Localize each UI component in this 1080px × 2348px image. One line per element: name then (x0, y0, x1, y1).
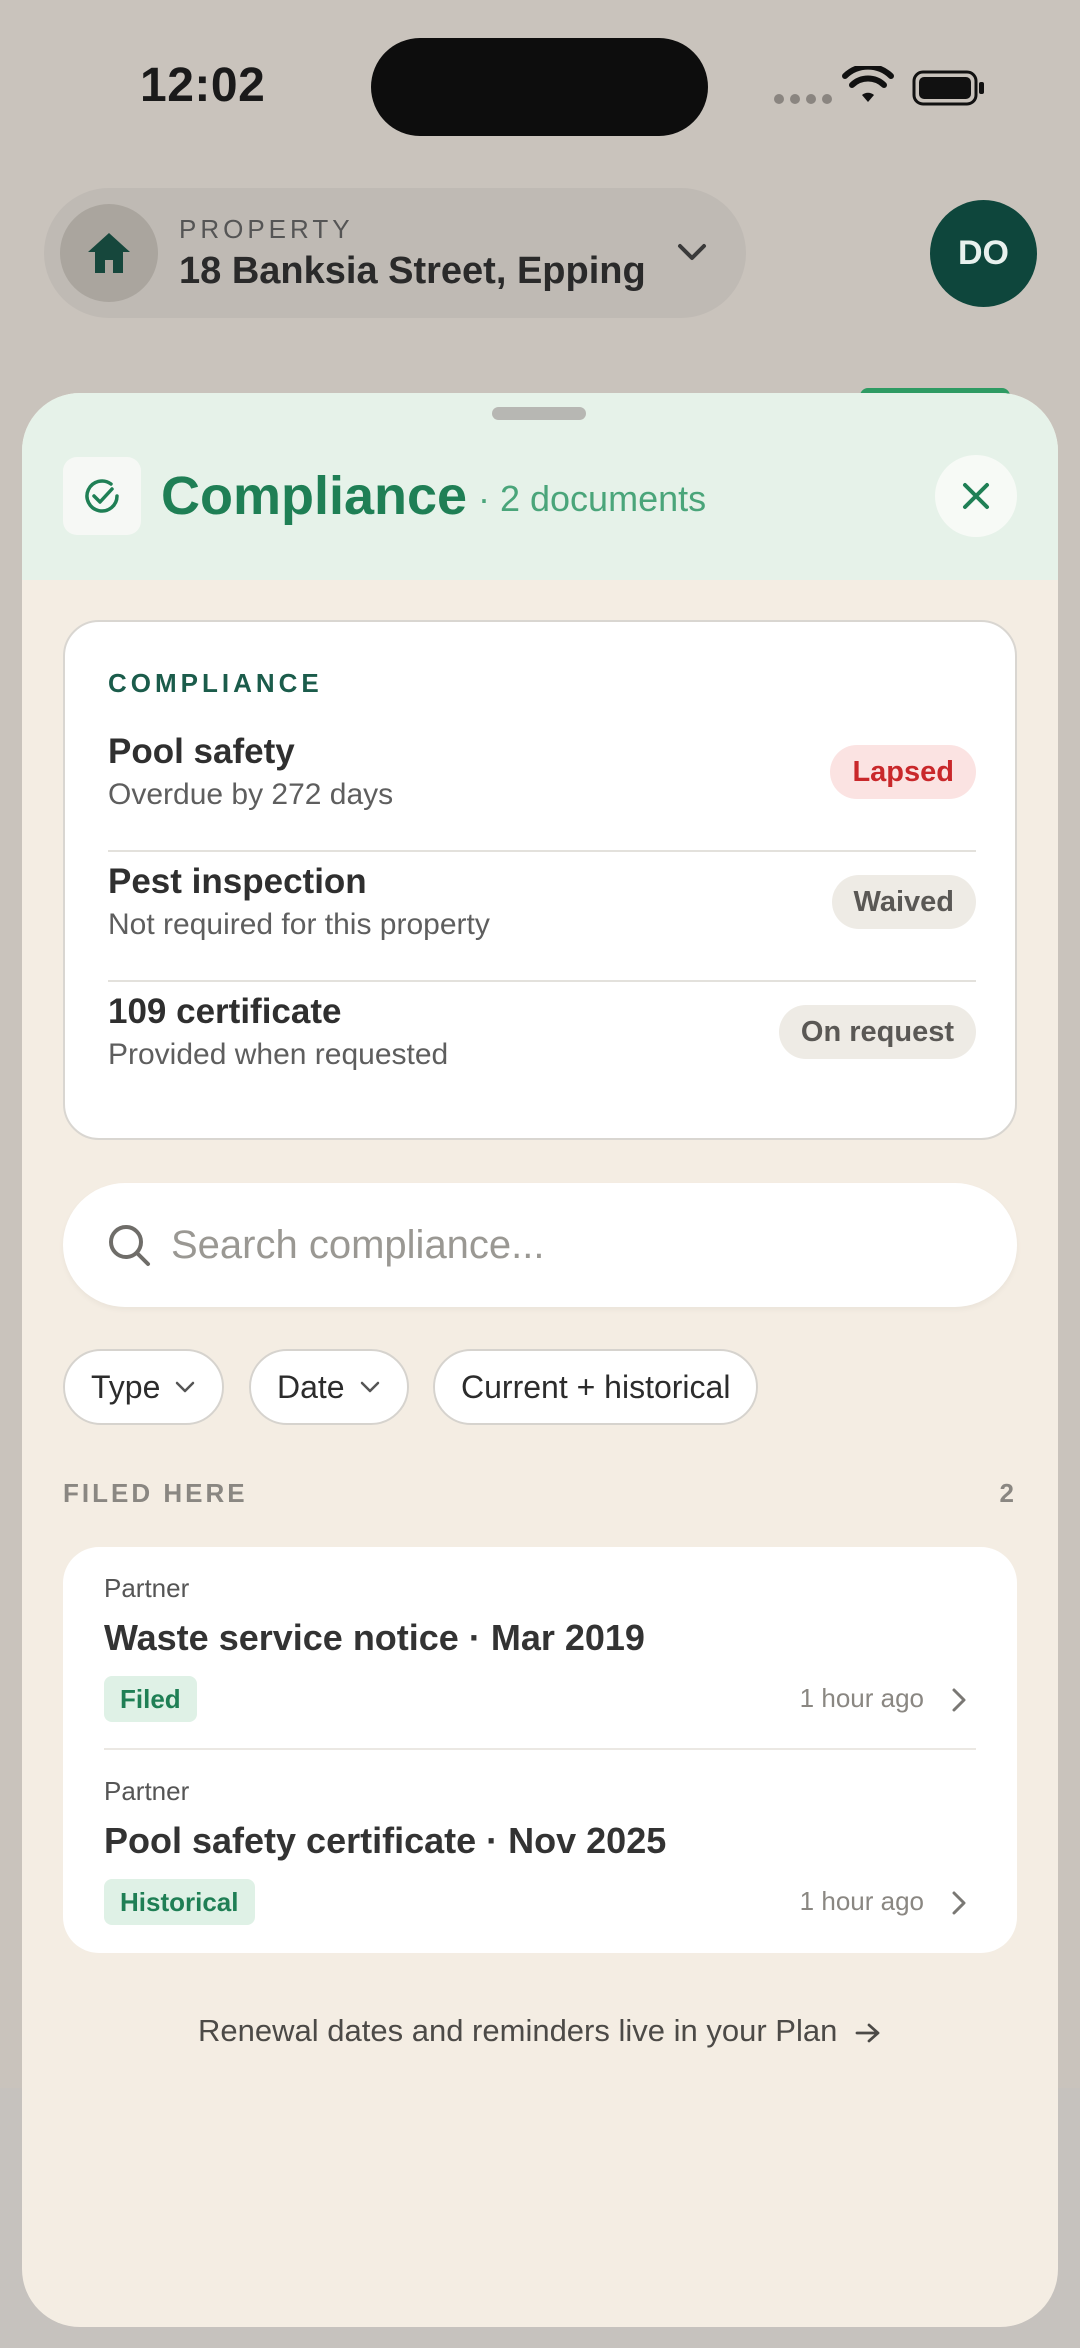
filter-scope-label: Current + historical (461, 1368, 731, 1405)
filter-scope-button[interactable]: Current + historical (433, 1349, 759, 1425)
property-label: PROPERTY (179, 214, 354, 244)
status-badge: Lapsed (830, 745, 976, 799)
compliance-item-109-certificate[interactable]: 109 certificate Provided when requested … (108, 982, 976, 1112)
dynamic-island (371, 38, 708, 136)
compliance-heading: COMPLIANCE (108, 668, 323, 698)
filter-date-label: Date (277, 1368, 345, 1405)
compliance-item-title: 109 certificate (108, 992, 342, 1031)
check-circle-icon (63, 457, 141, 535)
compliance-summary-card: COMPLIANCE Pool safety Overdue by 272 da… (63, 620, 1017, 1140)
search-bar (63, 1183, 1017, 1307)
filter-type-label: Type (91, 1368, 161, 1405)
chevron-right-icon (952, 1688, 966, 1712)
filter-date-button[interactable]: Date (249, 1349, 409, 1425)
chevron-down-icon (176, 1381, 195, 1393)
search-input[interactable] (171, 1215, 971, 1275)
sheet-title: Compliance (161, 466, 468, 526)
documents-list: Partner Waste service notice · Mar 2019 … (63, 1547, 1017, 1953)
battery-icon (912, 70, 984, 106)
close-icon (963, 483, 989, 509)
compliance-item-subtitle: Not required for this property (108, 908, 490, 941)
status-time: 12:02 (140, 59, 266, 112)
doc-status-badge: Filed (104, 1676, 197, 1722)
home-icon (60, 204, 158, 302)
compliance-item-pest-inspection[interactable]: Pest inspection Not required for this pr… (108, 852, 976, 982)
avatar[interactable]: DO (930, 200, 1037, 307)
doc-timestamp: 1 hour ago (799, 1683, 924, 1713)
status-badge: Waived (831, 875, 976, 929)
doc-title: Waste service notice · Mar 2019 (104, 1617, 645, 1658)
close-button[interactable] (935, 455, 1017, 537)
doc-status-badge: Historical (104, 1879, 255, 1925)
plan-link[interactable]: Renewal dates and reminders live in your… (22, 2013, 1058, 2049)
plan-link-text: Renewal dates and reminders live in your… (198, 2013, 838, 2048)
compliance-item-title: Pest inspection (108, 862, 367, 901)
doc-source: Partner (104, 1573, 190, 1603)
section-count: 2 (999, 1478, 1014, 1508)
section-label: FILED HERE (63, 1478, 248, 1508)
cellular-signal-icon (774, 94, 832, 104)
doc-source: Partner (104, 1776, 190, 1806)
wifi-icon (842, 66, 894, 102)
list-item[interactable]: Partner Waste service notice · Mar 2019 … (104, 1547, 976, 1750)
compliance-item-subtitle: Overdue by 272 days (108, 778, 394, 811)
doc-title: Pool safety certificate · Nov 2025 (104, 1820, 667, 1861)
compliance-item-pool-safety[interactable]: Pool safety Overdue by 272 days Lapsed (108, 722, 976, 852)
doc-timestamp: 1 hour ago (799, 1886, 924, 1916)
property-selector[interactable]: PROPERTY 18 Banksia Street, Epping (44, 188, 746, 318)
sheet-header: Compliance · 2 documents (22, 393, 1058, 580)
sheet-grabber[interactable] (492, 407, 586, 420)
status-bar: 12:02 (0, 0, 1080, 170)
search-icon (109, 1225, 150, 1266)
compliance-item-title: Pool safety (108, 732, 295, 771)
status-badge: On request (778, 1005, 976, 1059)
chevron-right-icon (952, 1891, 966, 1915)
chevron-down-icon (360, 1381, 379, 1393)
compliance-sheet: Compliance · 2 documents COMPLIANCE Pool… (22, 393, 1058, 2327)
document-count: · 2 documents (478, 478, 707, 519)
chevron-down-icon (678, 244, 706, 260)
list-item[interactable]: Partner Pool safety certificate · Nov 20… (104, 1750, 976, 1953)
arrow-right-icon (855, 2023, 880, 2043)
compliance-item-subtitle: Provided when requested (108, 1038, 449, 1071)
property-address: 18 Banksia Street, Epping (179, 250, 646, 292)
filter-type-button[interactable]: Type (63, 1349, 225, 1425)
